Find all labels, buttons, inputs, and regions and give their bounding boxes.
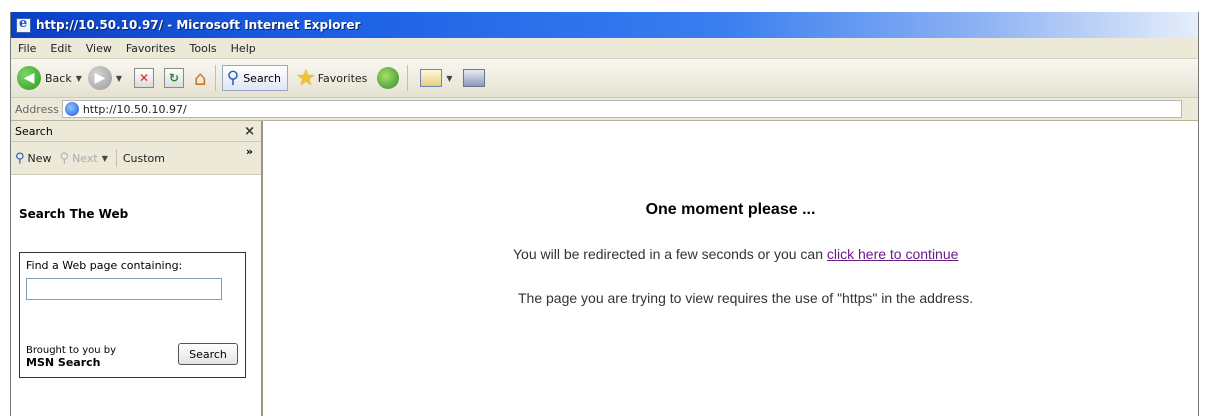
redirect-text: You will be redirected in a few seconds … (513, 246, 827, 262)
toolbar-separator (407, 65, 409, 91)
forward-icon: ▶ (87, 66, 112, 90)
page-headline: One moment please ... (645, 201, 816, 218)
menu-bar: File Edit View Favorites Tools Help (11, 38, 1198, 59)
forward-dropdown-icon[interactable]: ▼ (116, 74, 122, 83)
menu-help[interactable]: Help (224, 42, 263, 55)
page-content: One moment please ... You will be redire… (263, 121, 1198, 416)
favorites-button[interactable]: ★ Favorites (296, 66, 367, 91)
title-bar[interactable]: http://10.50.10.97/ - Microsoft Internet… (11, 12, 1198, 38)
search-pane-toolbar: ⚲ New ⚲ Next ▼ Custom » (11, 142, 261, 175)
toolbar-separator (214, 65, 216, 91)
back-icon: ◀ (17, 66, 41, 90)
favorites-icon: ★ (295, 65, 316, 91)
window-title: http://10.50.10.97/ - Microsoft Internet… (36, 18, 361, 32)
back-button[interactable]: ◀ Back ▼ (17, 66, 82, 90)
address-field[interactable]: http://10.50.10.97/ (61, 100, 1182, 118)
mail-icon[interactable] (420, 69, 443, 87)
mail-dropdown-icon[interactable]: ▼ (446, 74, 452, 83)
search-web-heading: Search The Web (19, 207, 129, 221)
find-input[interactable] (26, 278, 222, 300)
page-icon (64, 102, 79, 116)
customize-label: Custom (122, 151, 166, 165)
search-pane-header: Search × (11, 121, 261, 142)
address-bar: Address http://10.50.10.97/ (11, 98, 1198, 121)
forward-button[interactable]: ▶ ▼ (87, 66, 122, 90)
brought-label: Brought to you by (26, 345, 117, 356)
menu-view[interactable]: View (79, 42, 119, 55)
back-label: Back (45, 71, 72, 85)
refresh-button[interactable]: ↻ (164, 68, 185, 88)
msn-brand: MSN Search (26, 356, 101, 369)
menu-favorites[interactable]: Favorites (119, 42, 183, 55)
stop-button[interactable]: ✕ (134, 68, 155, 88)
favorites-label: Favorites (317, 71, 368, 85)
home-button[interactable]: ⌂ (194, 66, 207, 90)
continue-link[interactable]: click here to continue (827, 246, 959, 262)
find-web-page-box: Find a Web page containing: Brought to y… (19, 252, 246, 378)
redirect-message: You will be redirected in a few seconds … (513, 246, 1198, 262)
print-icon[interactable] (462, 69, 485, 87)
menu-tools[interactable]: Tools (183, 42, 224, 55)
address-url: http://10.50.10.97/ (82, 102, 187, 116)
refresh-icon: ↻ (164, 68, 185, 88)
brought-to-you: Brought to you by MSN Search (26, 345, 116, 370)
https-required-message: The page you are trying to view requires… (518, 290, 974, 306)
search-icon: ⚲ (226, 68, 240, 88)
search-pane-title: Search (15, 124, 53, 138)
new-search-icon: ⚲ (15, 150, 25, 166)
media-icon[interactable] (377, 67, 400, 89)
next-label: Next (72, 151, 98, 165)
home-icon: ⌂ (194, 66, 207, 90)
next-icon: ⚲ (59, 150, 70, 166)
stop-icon: ✕ (134, 68, 155, 88)
ie-icon (16, 16, 31, 33)
find-label: Find a Web page containing: (26, 259, 183, 272)
next-dropdown-icon[interactable]: ▼ (102, 154, 108, 163)
search-toolbar-button[interactable]: ⚲ Search (221, 65, 288, 91)
search-pane: Search × ⚲ New ⚲ Next ▼ Custom » Search … (11, 121, 263, 416)
pane-toolbar-separator (115, 149, 117, 167)
more-chevron-icon[interactable]: » (246, 145, 253, 158)
browser-window: http://10.50.10.97/ - Microsoft Internet… (10, 12, 1199, 416)
back-dropdown-icon[interactable]: ▼ (76, 74, 82, 83)
search-toolbar-label: Search (243, 71, 281, 85)
next-button[interactable]: ⚲ Next ▼ (60, 151, 108, 166)
menu-edit[interactable]: Edit (43, 42, 78, 55)
new-search-button[interactable]: ⚲ New (15, 151, 52, 166)
close-icon[interactable]: × (244, 124, 255, 139)
customize-button[interactable]: Custom (123, 152, 165, 165)
search-submit-button[interactable]: Search (178, 343, 238, 365)
standard-toolbar: ◀ Back ▼ ▶ ▼ ✕ ↻ ⌂ ⚲ Search ★ Favorites … (11, 59, 1198, 98)
new-search-label: New (27, 151, 52, 165)
menu-file[interactable]: File (11, 42, 43, 55)
address-label: Address (15, 102, 59, 116)
